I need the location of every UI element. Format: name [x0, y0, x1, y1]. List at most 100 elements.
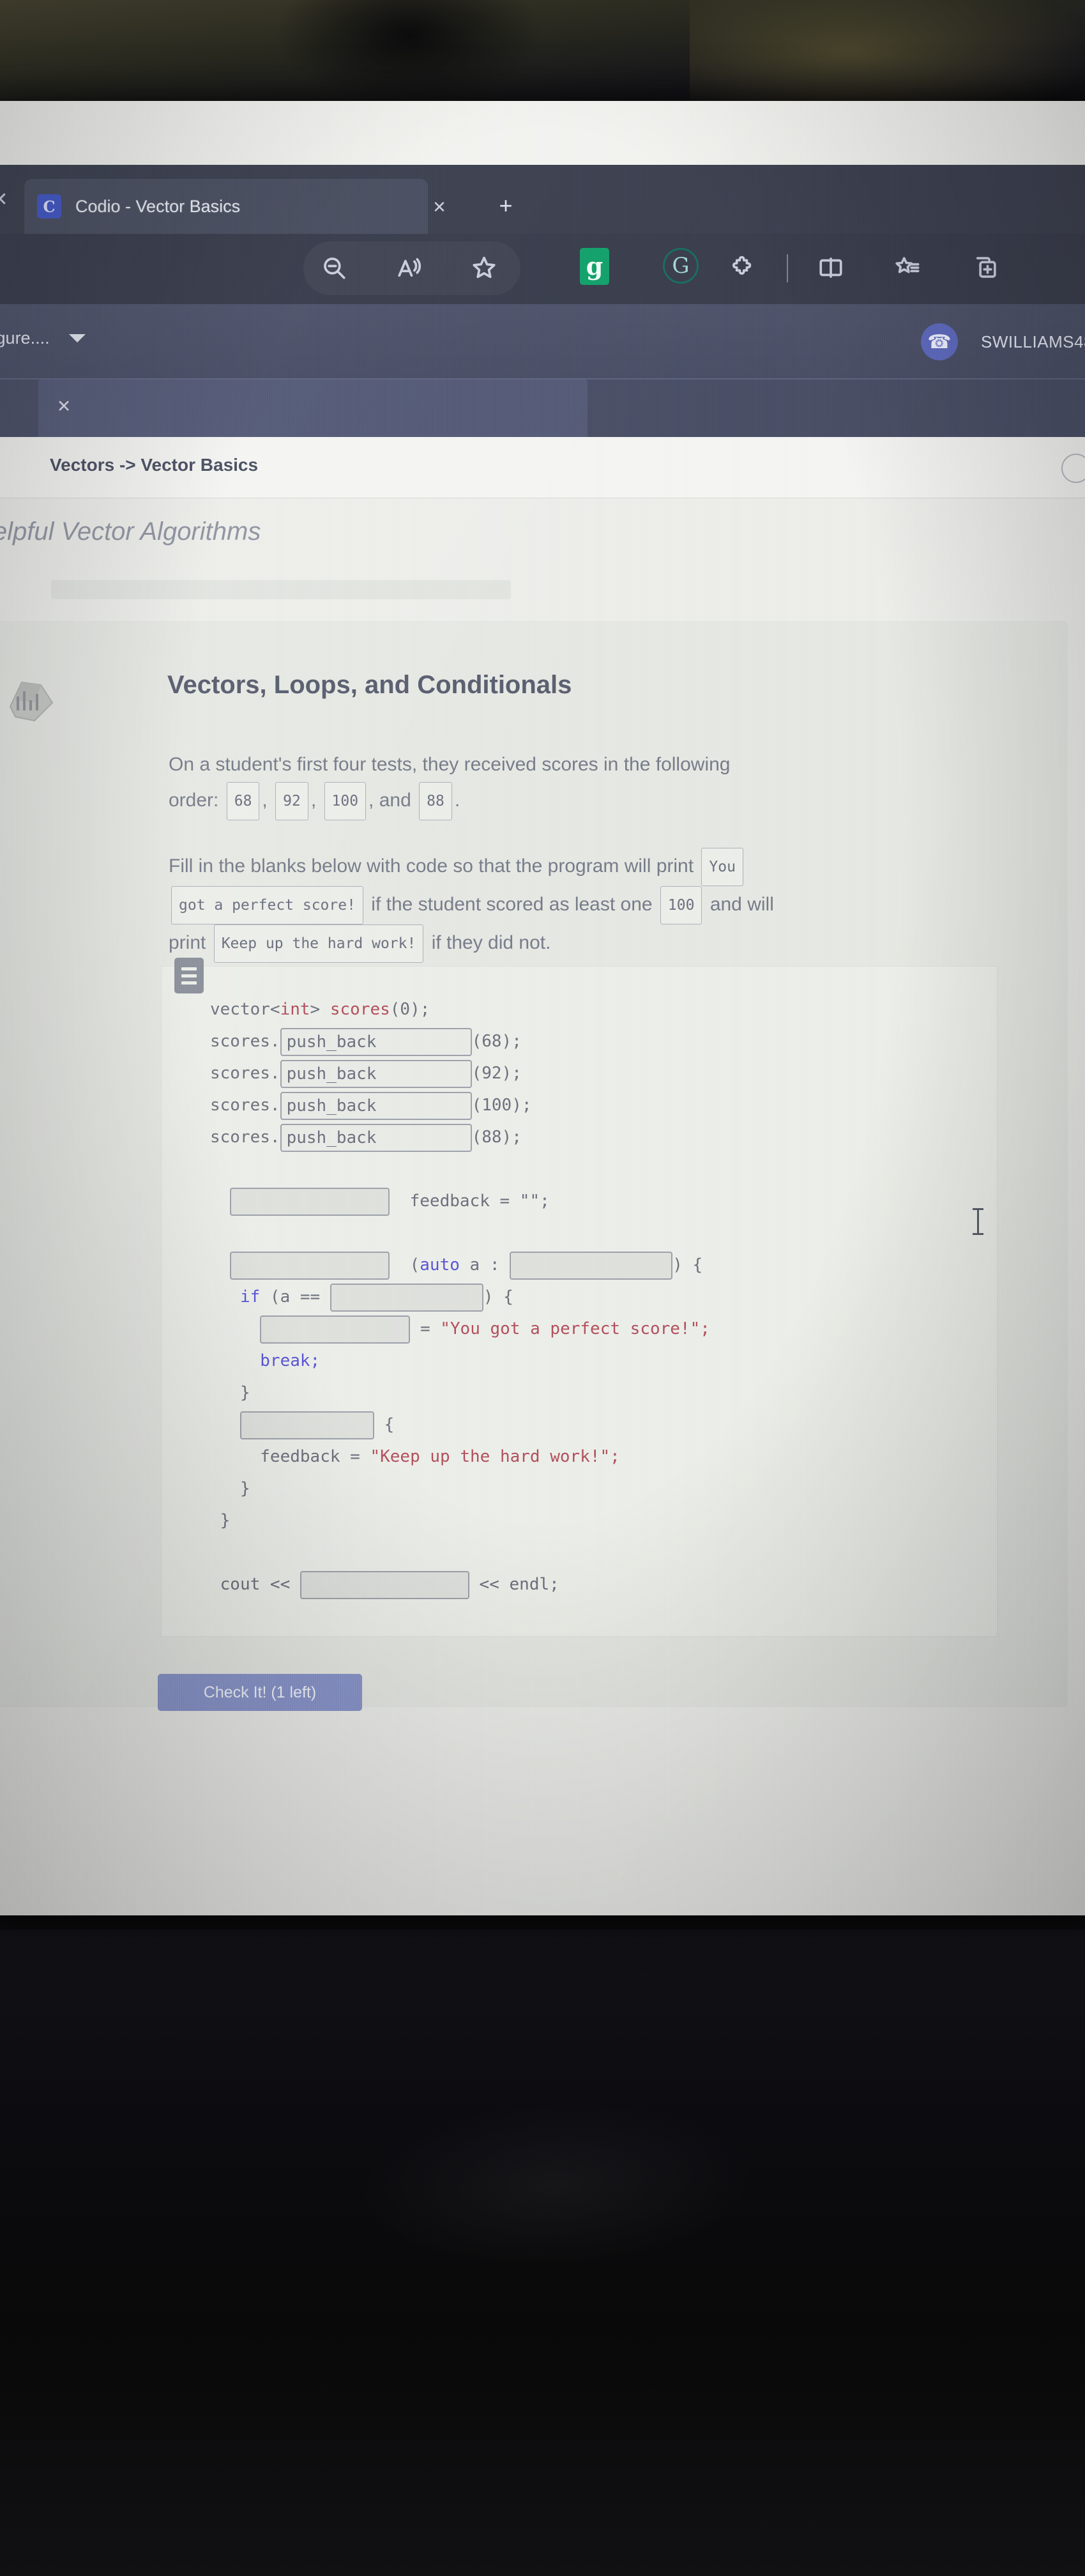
code-obj-1: scores. [210, 1032, 280, 1051]
check-it-button[interactable]: Check It! (1 left) [158, 1674, 362, 1711]
monitor-screen: ✕ C Codio - Vector Basics ✕ + g G [0, 101, 1085, 1915]
add-favorite-star-icon[interactable] [463, 247, 505, 289]
username-label[interactable]: SWILLIAMS48 [981, 332, 1085, 352]
code-cout: cout << [220, 1575, 300, 1594]
blank-if-condition[interactable] [330, 1283, 483, 1312]
inner-tab-close-icon[interactable]: ✕ [51, 394, 77, 419]
breadcrumb: Vectors -> Vector Basics [50, 455, 259, 475]
tab-close-icon[interactable]: ✕ [428, 195, 451, 218]
browser-toolbar: g G [0, 234, 1085, 304]
paragraph1-text: On a student's first four tests, they re… [169, 754, 731, 775]
light-blob [690, 0, 1085, 102]
browser-tab-codio[interactable]: C Codio - Vector Basics [24, 179, 428, 234]
grammarly-g-icon[interactable]: G [663, 248, 699, 284]
exercise-paragraph-1: On a student's first four tests, they re… [169, 747, 999, 820]
blank-method-1[interactable] [280, 1027, 472, 1056]
output-chip-100: 100 [660, 886, 702, 924]
read-aloud-icon[interactable] [388, 247, 430, 289]
code-line1-c: (0); [390, 1000, 430, 1019]
collections-icon[interactable] [964, 247, 1006, 289]
code-content: vector<int> scores(0); scores. (68); scor… [210, 993, 989, 1600]
code-for-c: ) { [672, 1255, 703, 1275]
codio-inner-tabrow: ✕ [0, 379, 1085, 437]
code-brace-2: } [239, 1479, 250, 1498]
blank-assign-target[interactable] [260, 1315, 411, 1344]
exercise-paragraph-2: Fill in the blanks below with code so th… [169, 848, 999, 963]
code-if-a: (a == [260, 1287, 330, 1307]
chevron-down-icon [68, 334, 86, 342]
keyboard-row: F8 A≡ F9 O/□ F10 ❖ F11 z² F12 ✈ DELE [0, 2338, 1085, 2576]
photo-of-monitor: F8 A≡ F9 O/□ F10 ❖ F11 z² F12 ✈ DELE [0, 0, 1085, 2576]
score-chip-4: 88 [419, 782, 452, 820]
paragraph2-part1: Fill in the blanks below with code so th… [169, 855, 694, 877]
code-for-b: a : [459, 1255, 510, 1275]
output-chip-you: You [701, 848, 743, 886]
exercise-heading: Vectors, Loops, and Conditionals [167, 671, 572, 699]
split-screen-icon[interactable] [810, 247, 852, 289]
browser-tab-title: Codio - Vector Basics [75, 196, 241, 216]
blank-for-keyword[interactable] [230, 1251, 390, 1280]
code-if-kw: if [239, 1287, 261, 1307]
code-line1-type: int [280, 1000, 310, 1019]
code-args-1: (68); [471, 1032, 522, 1051]
code-args-3: (100); [471, 1096, 532, 1115]
output-chip-perfect: got a perfect score! [171, 886, 363, 924]
lesson-page-body: Helpful Vector Algorithms Vectors, Loops… [0, 498, 1085, 1915]
grammarly-extension-icon[interactable]: g [580, 248, 609, 285]
code-else-text: { [384, 1415, 395, 1434]
codio-app-header: onfigure.... ☎ SWILLIAMS48 [0, 304, 1085, 379]
breadcrumb-bar: ose Vectors -> Vector Basics [0, 437, 1085, 498]
score-chip-1: 68 [226, 782, 260, 820]
help-circle-icon[interactable] [1061, 454, 1085, 483]
browser-tabstrip: ✕ C Codio - Vector Basics ✕ + [0, 165, 1085, 234]
blank-method-2[interactable] [280, 1059, 472, 1088]
code-for-a: ( [409, 1255, 420, 1275]
code-feedback-assign: feedback = [260, 1447, 370, 1466]
header-right-group: ☎ SWILLIAMS48 [920, 323, 1085, 360]
extensions-icon[interactable] [722, 247, 764, 289]
code-obj-3: scores. [210, 1096, 280, 1115]
code-icon-line-2 [181, 974, 197, 977]
code-icon-line-1 [181, 967, 197, 970]
code-fill-in-block: vector<int> scores(0); scores. (68); scor… [161, 958, 998, 1637]
page-title: Helpful Vector Algorithms [0, 518, 261, 546]
blank-method-3[interactable] [280, 1091, 472, 1120]
blank-for-range[interactable] [510, 1251, 673, 1280]
paragraph1-order-label: order: [169, 789, 219, 811]
desk-reflection [353, 2091, 758, 2279]
new-tab-button[interactable]: + [492, 193, 520, 221]
code-args-4: (88); [471, 1128, 522, 1147]
code-feedback-str: "Keep up the hard work!"; [370, 1447, 620, 1466]
paragraph2-part5: if they did not. [431, 931, 551, 953]
code-auto-kw: auto [420, 1255, 460, 1275]
paragraph2-part3: and will [709, 893, 774, 915]
vector-illustration-icon [3, 671, 60, 728]
code-icon-line-3 [181, 981, 197, 985]
exercise-card: Vectors, Loops, and Conditionals On a st… [0, 621, 1068, 1711]
score-chip-2: 92 [275, 782, 308, 820]
code-cout-tail: << endl; [479, 1575, 559, 1594]
paragraph2-part4: print [169, 931, 206, 953]
code-line1-b: > [310, 1000, 330, 1019]
code-block-icon [174, 958, 204, 993]
paragraph2-part2: if the student scored as least one [371, 893, 653, 915]
favorites-list-icon[interactable] [886, 247, 929, 289]
placeholder-bar [51, 580, 511, 599]
score-chip-3: 100 [324, 782, 367, 820]
code-args-2: (92); [471, 1064, 522, 1083]
output-chip-keepup: Keep up the hard work! [213, 924, 424, 963]
configure-menu-label: onfigure.... [0, 328, 50, 348]
codio-inner-tab[interactable] [38, 379, 588, 437]
configure-menu[interactable]: onfigure.... [0, 328, 86, 348]
phone-icon[interactable]: ☎ [920, 323, 958, 360]
blank-feedback-type[interactable] [230, 1187, 390, 1216]
shadow-blob [275, 0, 543, 109]
code-assign-str: "You got a perfect score!"; [440, 1319, 710, 1338]
zoom-out-icon[interactable] [313, 247, 355, 289]
blank-cout-value[interactable] [300, 1570, 469, 1599]
code-feedback-decl: feedback = ""; [409, 1192, 550, 1211]
blank-method-4[interactable] [280, 1123, 472, 1152]
blank-else-keyword[interactable] [239, 1411, 374, 1439]
code-obj-2: scores. [210, 1064, 280, 1083]
window-close-button[interactable]: ✕ [0, 188, 14, 212]
